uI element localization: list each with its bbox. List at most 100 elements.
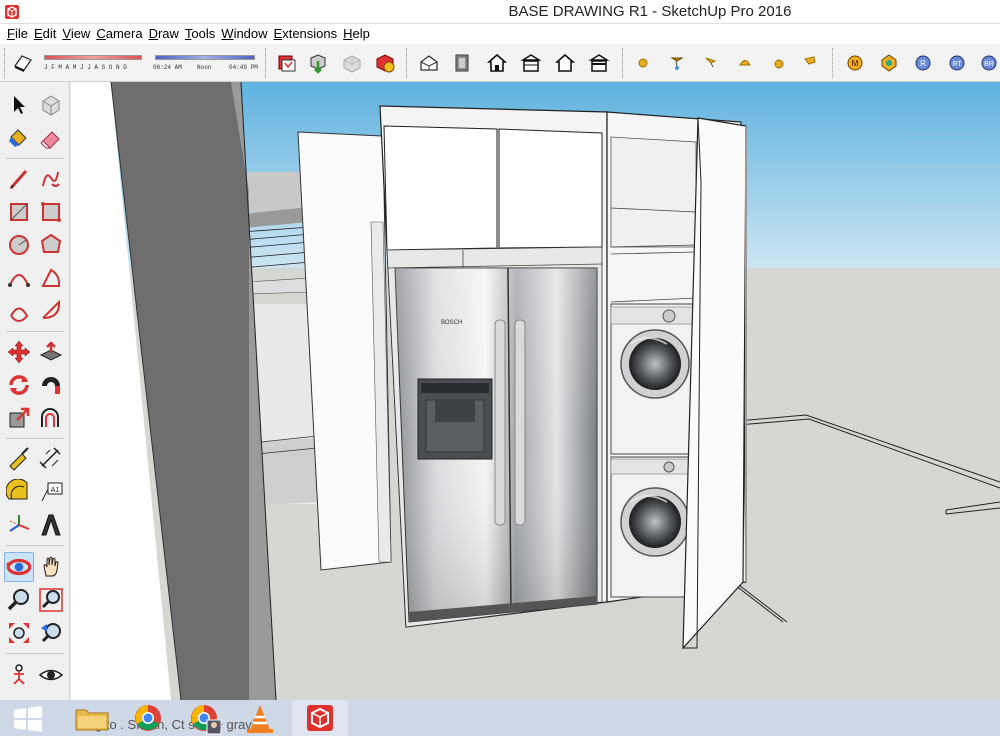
freehand-icon[interactable]: [38, 166, 64, 192]
modeling-viewport[interactable]: BOSCH: [71, 82, 1000, 700]
protractor-icon[interactable]: [6, 479, 32, 505]
dome-light-icon[interactable]: [734, 52, 756, 74]
three-point-arc-icon[interactable]: [38, 298, 64, 324]
light-bulb-icon[interactable]: [632, 52, 654, 74]
section-plane-icon[interactable]: [800, 52, 822, 74]
previous-view-icon[interactable]: [38, 620, 64, 646]
fridge-handle-left[interactable]: [494, 319, 506, 526]
render-icon[interactable]: [878, 52, 900, 74]
menu-file[interactable]: File: [4, 24, 31, 44]
front-view-icon[interactable]: [486, 52, 508, 74]
chrome-profile-icon[interactable]: [176, 700, 232, 736]
menu-draw[interactable]: Draw: [146, 24, 182, 44]
display-shadows-icon[interactable]: [12, 52, 34, 74]
sketchup-taskbar-button[interactable]: [292, 700, 348, 736]
select-icon[interactable]: [6, 92, 32, 118]
orbit-icon[interactable]: [5, 553, 33, 581]
menu-view[interactable]: View: [59, 24, 93, 44]
svg-text:A1: A1: [51, 487, 60, 494]
scale-icon[interactable]: [6, 405, 32, 431]
3d-text-icon[interactable]: [38, 512, 64, 538]
light-icon[interactable]: [700, 52, 722, 74]
toolbar-separator: [406, 48, 408, 78]
svg-text:M: M: [852, 59, 859, 68]
top-view-icon[interactable]: [452, 52, 474, 74]
line-icon[interactable]: [6, 166, 32, 192]
sketchup-icon[interactable]: [292, 700, 348, 736]
menu-tools[interactable]: Tools: [182, 24, 218, 44]
upper-cabinet-door-left[interactable]: [383, 125, 498, 251]
paint-bucket-icon[interactable]: [6, 125, 32, 151]
file-explorer-icon[interactable]: [64, 700, 120, 736]
zoom-icon[interactable]: [6, 587, 32, 613]
text-icon[interactable]: A1: [38, 479, 64, 505]
tape-measure-icon[interactable]: [6, 446, 32, 472]
batch-render-icon[interactable]: RT: [946, 52, 968, 74]
menu-bar: File Edit View Camera Draw Tools Window …: [0, 24, 1000, 44]
dryer-bottom[interactable]: [610, 456, 694, 598]
main-toolbar: J F M A M J J A S O N D 06:24 AM Noon 04…: [0, 44, 1000, 82]
spotlight-icon[interactable]: [666, 52, 688, 74]
make-component-icon[interactable]: [38, 92, 64, 118]
shadow-months-label: J F M A M J J A S O N D: [44, 64, 127, 71]
toolbar-grip[interactable]: [4, 48, 6, 78]
zoom-extents-icon[interactable]: [6, 620, 32, 646]
move-icon[interactable]: [6, 339, 32, 365]
menu-extensions[interactable]: Extensions: [271, 24, 341, 44]
axes-icon[interactable]: [6, 512, 32, 538]
shadow-date-slider[interactable]: J F M A M J J A S O N D: [42, 51, 144, 77]
render-bright-icon[interactable]: BR: [978, 52, 1000, 74]
offset-icon[interactable]: [38, 405, 64, 431]
circle-icon[interactable]: [6, 232, 32, 258]
shadow-time-end: 04:49 PM: [229, 64, 258, 71]
upper-cabinet-door-right[interactable]: [498, 128, 603, 249]
position-camera-icon[interactable]: [6, 662, 32, 688]
pan-icon[interactable]: [38, 554, 64, 580]
menu-window[interactable]: Window: [218, 24, 270, 44]
add-location-icon[interactable]: [276, 52, 298, 74]
palette-divider: [6, 653, 64, 654]
rotated-rectangle-icon[interactable]: [38, 199, 64, 225]
vlc-icon[interactable]: [232, 700, 288, 736]
rotate-icon[interactable]: [6, 372, 32, 398]
pie-icon[interactable]: [38, 265, 64, 291]
shadow-time-noon: Noon: [197, 64, 212, 71]
back-view-icon[interactable]: [554, 52, 576, 74]
material-icon[interactable]: M: [844, 52, 866, 74]
washer-top[interactable]: [610, 303, 694, 455]
palette-divider: [6, 545, 64, 546]
render-region-icon[interactable]: R: [912, 52, 934, 74]
sun-icon[interactable]: [768, 52, 790, 74]
iso-view-icon[interactable]: [418, 52, 440, 74]
menu-help[interactable]: Help: [340, 24, 373, 44]
rectangle-icon[interactable]: [6, 199, 32, 225]
palette-divider: [6, 331, 64, 332]
refrigerator[interactable]: BOSCH: [394, 267, 598, 623]
dimension-icon[interactable]: [38, 446, 64, 472]
scene-canvas[interactable]: BOSCH: [71, 82, 1000, 700]
two-point-arc-icon[interactable]: [6, 298, 32, 324]
window-title: BASE DRAWING R1 - SketchUp Pro 2016: [508, 3, 792, 20]
extension-warehouse-icon[interactable]: [374, 52, 396, 74]
shadow-time-slider[interactable]: 06:24 AM Noon 04:49 PM: [153, 51, 258, 77]
fridge-handle-right[interactable]: [514, 319, 526, 526]
title-bar: BASE DRAWING R1 - SketchUp Pro 2016: [0, 0, 1000, 24]
polygon-icon[interactable]: [38, 232, 64, 258]
chrome-icon[interactable]: [120, 700, 176, 736]
arc-icon[interactable]: [6, 265, 32, 291]
push-pull-icon[interactable]: [38, 339, 64, 365]
eraser-icon[interactable]: [38, 125, 64, 151]
menu-camera[interactable]: Camera: [93, 24, 145, 44]
get-models-icon[interactable]: [308, 52, 330, 74]
right-view-icon[interactable]: [520, 52, 542, 74]
orbit-tool-active[interactable]: [4, 552, 34, 582]
windows-start-icon[interactable]: [0, 700, 56, 736]
palette-divider: [6, 158, 64, 159]
follow-me-icon[interactable]: [38, 372, 64, 398]
left-view-icon[interactable]: [588, 52, 610, 74]
look-around-icon[interactable]: [38, 662, 64, 688]
share-model-icon[interactable]: [341, 52, 363, 74]
fridge-brand-logo: BOSCH: [441, 320, 462, 326]
menu-edit[interactable]: Edit: [31, 24, 59, 44]
zoom-window-icon[interactable]: [38, 587, 64, 613]
